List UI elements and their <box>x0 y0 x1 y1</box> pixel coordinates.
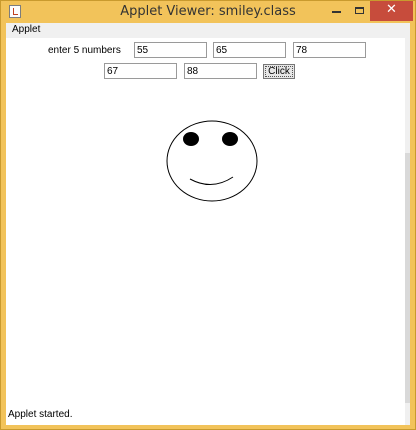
right-eye <box>222 132 238 146</box>
close-button[interactable]: ✕ <box>370 1 413 21</box>
number-input-2[interactable] <box>213 42 286 58</box>
close-icon: ✕ <box>386 2 397 17</box>
menu-applet[interactable]: Applet <box>12 24 40 35</box>
title-bar[interactable]: Applet Viewer: smiley.class ✕ <box>1 1 415 23</box>
smiley-face <box>166 120 258 202</box>
menu-bar: Applet <box>6 23 410 38</box>
face-outline <box>166 120 258 202</box>
left-eye <box>183 132 199 146</box>
status-text: Applet started. <box>8 409 73 420</box>
click-button[interactable]: Click <box>263 64 295 79</box>
applet-area: Applet enter 5 numbers Click Applet star… <box>6 23 410 425</box>
number-input-5[interactable] <box>184 63 257 79</box>
minimize-button[interactable] <box>323 1 349 21</box>
number-input-4[interactable] <box>104 63 177 79</box>
smile-mouth <box>189 176 234 185</box>
applet-viewer-window: Applet Viewer: smiley.class ✕ Applet ent… <box>0 0 416 430</box>
numbers-prompt-label: enter 5 numbers <box>48 45 121 56</box>
number-input-3[interactable] <box>293 42 366 58</box>
number-input-1[interactable] <box>134 42 207 58</box>
scrollbar-thumb[interactable] <box>405 153 410 403</box>
minimize-icon <box>332 11 341 13</box>
maximize-icon <box>355 7 364 14</box>
